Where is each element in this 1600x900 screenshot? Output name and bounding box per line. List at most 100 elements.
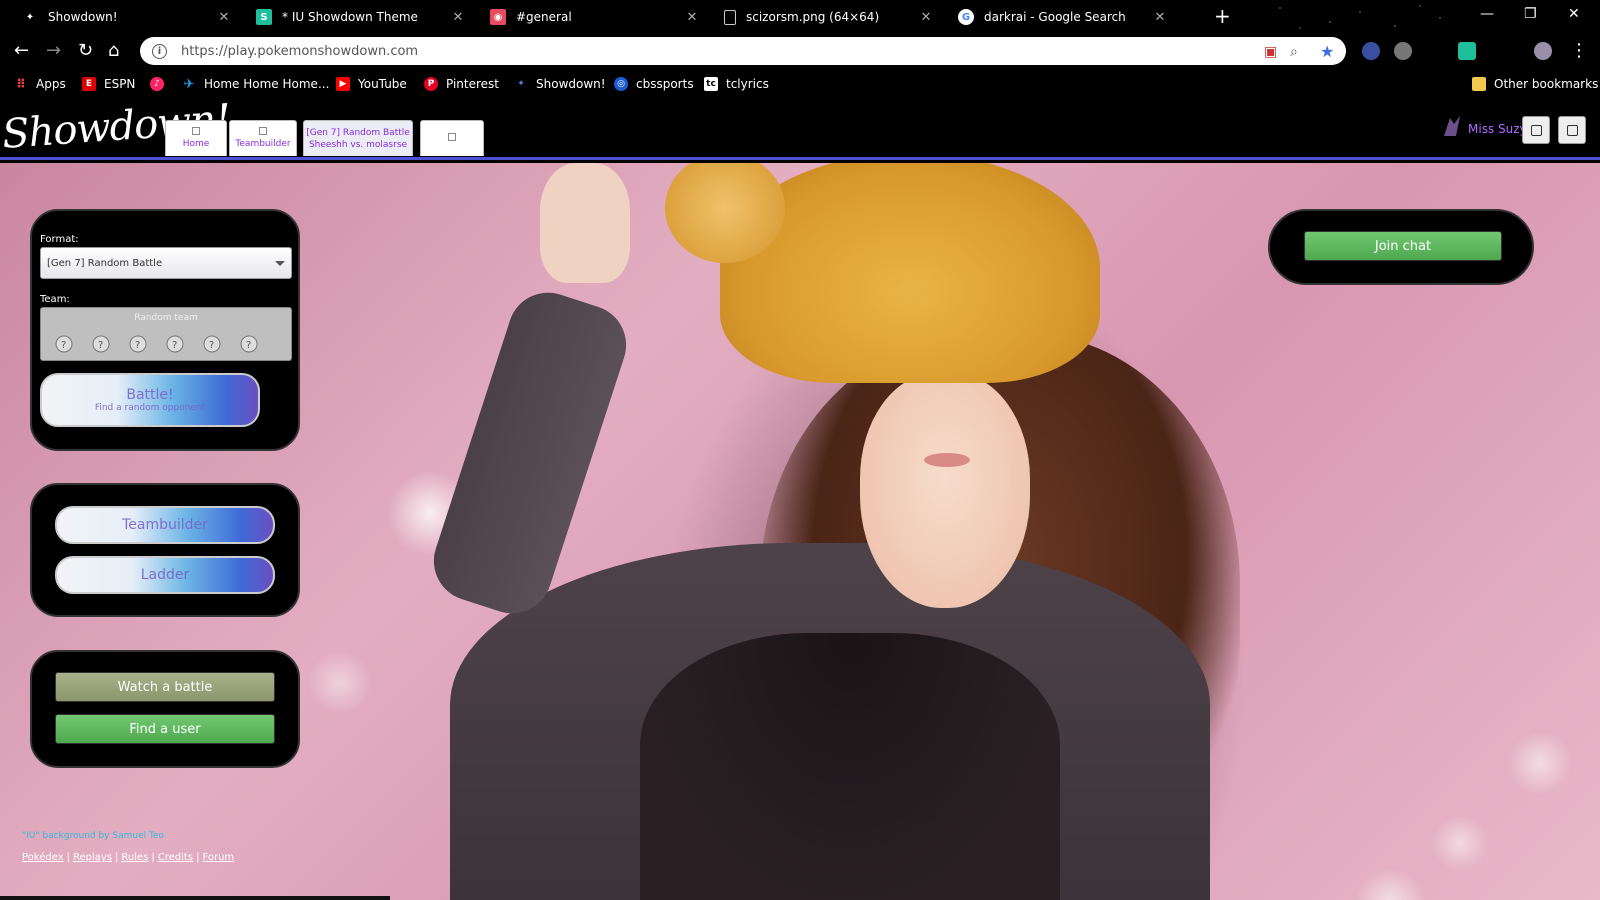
pinterest-icon: P xyxy=(424,77,438,91)
apps-grid-icon: ⠿ xyxy=(16,77,26,91)
team-select[interactable]: Random team ? ? ? ? ? ? xyxy=(40,307,292,361)
bg-fur-collar xyxy=(640,633,1060,900)
profile-avatar-icon[interactable] xyxy=(1534,42,1552,60)
bookmark-espn[interactable]: E ESPN xyxy=(82,74,135,94)
pokedex-link[interactable]: Pokédex xyxy=(22,852,64,863)
file-icon xyxy=(724,9,736,25)
horizontal-scrollbar[interactable] xyxy=(0,896,390,900)
bookmarks-bar: ⠿ Apps E ESPN ♪ ✈ Home Home Home... ▶ Yo… xyxy=(0,70,1600,98)
bg-hand xyxy=(540,163,630,283)
music-icon: ♪ xyxy=(150,77,164,91)
tab-new-room[interactable] xyxy=(420,120,484,156)
new-tab-icon[interactable]: + xyxy=(1214,6,1231,26)
bookmark-apps[interactable]: ⠿ Apps xyxy=(14,74,65,94)
bookmark-showdown[interactable]: ✦ Showdown! xyxy=(514,74,605,94)
browser-tab-general[interactable]: ◉ #general ✕ xyxy=(476,0,710,34)
random-pokemon-icon: ? xyxy=(55,335,73,353)
tab-battle[interactable]: [Gen 7] Random Battle Sheeshh vs. molasr… xyxy=(303,120,413,156)
bookmark-label: ESPN xyxy=(104,77,136,91)
tab-home[interactable]: Home xyxy=(165,120,227,156)
showdown-icon: ✦ xyxy=(517,79,525,89)
format-value: [Gen 7] Random Battle xyxy=(47,257,163,269)
home-tab-icon xyxy=(192,127,200,135)
watch-battle-button[interactable]: Watch a battle xyxy=(55,672,275,702)
svg-text:?: ? xyxy=(61,340,66,351)
battle-button[interactable]: Battle! Find a random opponent xyxy=(40,373,260,427)
bookmark-pinterest[interactable]: P Pinterest xyxy=(424,74,499,94)
google-icon: G xyxy=(958,9,974,25)
site-info-icon[interactable]: i xyxy=(152,43,167,59)
join-chat-button[interactable]: Join chat xyxy=(1304,231,1502,261)
bookmark-music[interactable]: ♪ xyxy=(150,74,172,94)
restore-icon[interactable]: ❐ xyxy=(1524,6,1537,22)
tab-title: * IU Showdown Theme xyxy=(282,10,418,24)
bookmark-twitter[interactable]: ✈ Home Home Home... xyxy=(182,74,330,94)
extension-block-icon[interactable] xyxy=(1394,42,1412,60)
gear-icon xyxy=(1566,124,1578,136)
stylus-extension-icon[interactable] xyxy=(1458,42,1476,60)
forward-arrow-icon[interactable]: → xyxy=(46,42,61,60)
team-label: Team: xyxy=(40,294,70,305)
battle-form-panel: Format: [Gen 7] Random Battle Team: Rand… xyxy=(30,209,300,451)
close-tab-icon[interactable]: ✕ xyxy=(918,10,934,25)
credits-link[interactable]: Credits xyxy=(158,852,193,863)
bookmark-other[interactable]: Other bookmarks xyxy=(1472,74,1598,94)
tab-title: darkrai - Google Search xyxy=(984,10,1126,24)
bookmark-cbssports[interactable]: ◎ cbssports xyxy=(614,74,694,94)
browser-tab-scizor[interactable]: scizorsm.png (64×64) ✕ xyxy=(710,0,944,34)
bookmark-star-icon[interactable]: ★ xyxy=(1320,42,1334,61)
forum-link[interactable]: Forum xyxy=(202,852,234,863)
home-icon[interactable]: ⌂ xyxy=(108,42,119,60)
sound-button[interactable] xyxy=(1522,116,1550,144)
username[interactable]: Miss Suzy xyxy=(1468,122,1527,136)
chevron-down-icon xyxy=(275,261,285,266)
browser-tab-google[interactable]: G darkrai - Google Search ✕ xyxy=(944,0,1178,34)
window-close-icon[interactable]: ✕ xyxy=(1568,6,1580,22)
background-credit: "IU" background by Samuel Teo xyxy=(22,831,164,841)
close-tab-icon[interactable]: ✕ xyxy=(450,10,466,25)
bookmark-label: tclyrics xyxy=(726,77,769,91)
browser-tab-showdown[interactable]: ✦ Showdown! ✕ xyxy=(8,0,242,34)
back-arrow-icon[interactable]: ← xyxy=(14,42,29,60)
link-separator: | xyxy=(151,852,155,863)
discord-icon: ◉ xyxy=(490,9,506,25)
find-user-button[interactable]: Find a user xyxy=(55,714,275,744)
link-separator: | xyxy=(115,852,119,863)
bookmark-label: Other bookmarks xyxy=(1494,77,1599,91)
bookmark-tclyrics[interactable]: tc tclyrics xyxy=(704,74,769,94)
bookmark-label: YouTube xyxy=(358,77,407,91)
random-pokemon-icon: ? xyxy=(129,335,147,353)
options-button[interactable] xyxy=(1558,116,1586,144)
format-label: Format: xyxy=(40,234,79,245)
reload-icon[interactable]: ↻ xyxy=(78,42,93,60)
close-tab-icon[interactable]: ✕ xyxy=(216,10,232,25)
extension-gear-icon[interactable] xyxy=(1362,42,1380,60)
bookmark-label: Home Home Home... xyxy=(204,77,330,91)
tab-label: [Gen 7] Random Battle xyxy=(306,127,410,138)
teambuilder-tab-icon xyxy=(259,127,267,135)
battle-button-title: Battle! xyxy=(126,387,174,403)
tab-label: Home xyxy=(182,139,210,149)
replays-link[interactable]: Replays xyxy=(73,852,112,863)
random-pokemon-icon: ? xyxy=(203,335,221,353)
rules-link[interactable]: Rules xyxy=(121,852,148,863)
blocked-popup-icon[interactable]: ▣ xyxy=(1264,44,1277,60)
close-tab-icon[interactable]: ✕ xyxy=(684,10,700,25)
browser-tab-iu-theme[interactable]: S * IU Showdown Theme ✕ xyxy=(242,0,476,34)
ladder-button[interactable]: Ladder xyxy=(55,556,275,594)
tab-title: #general xyxy=(516,10,572,24)
bookmark-youtube[interactable]: ▶ YouTube xyxy=(336,74,407,94)
link-separator: | xyxy=(196,852,200,863)
tab-title: scizorsm.png (64×64) xyxy=(746,10,880,24)
tab-teambuilder[interactable]: Teambuilder xyxy=(229,120,297,156)
zoom-icon[interactable]: ⌕ xyxy=(1290,44,1298,60)
format-select[interactable]: [Gen 7] Random Battle xyxy=(40,247,292,279)
url-text: https://play.pokemonshowdown.com xyxy=(181,43,419,59)
svg-text:?: ? xyxy=(135,340,140,351)
minimize-icon[interactable]: — xyxy=(1480,6,1494,22)
chrome-menu-icon[interactable]: ⋮ xyxy=(1570,42,1588,60)
user-avatar-icon[interactable] xyxy=(1440,114,1462,138)
close-tab-icon[interactable]: ✕ xyxy=(1152,10,1168,25)
teambuilder-button[interactable]: Teambuilder xyxy=(55,506,275,544)
address-bar[interactable]: i https://play.pokemonshowdown.com ▣ ⌕ ★ xyxy=(140,37,1346,65)
